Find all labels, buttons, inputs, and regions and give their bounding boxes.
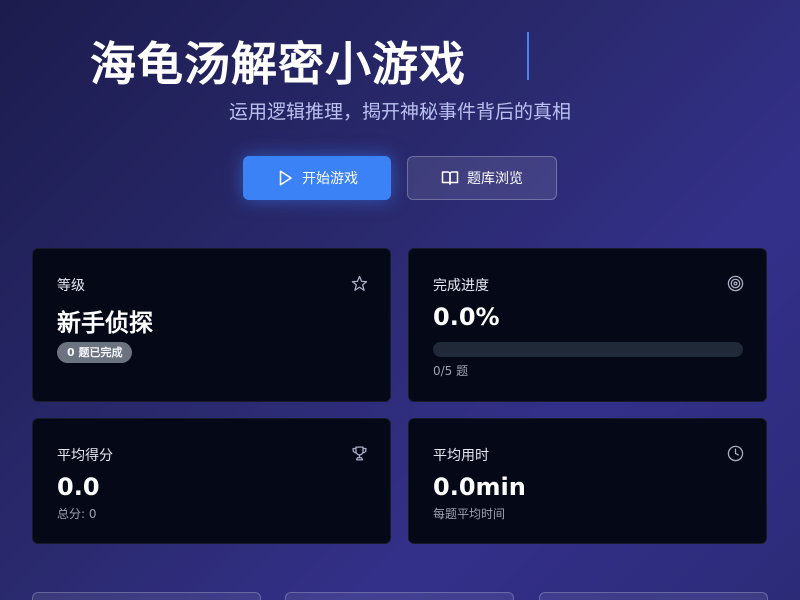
browse-questions-button[interactable]: 题库浏览 — [407, 156, 557, 200]
avg-score-label: 平均得分 — [57, 448, 113, 464]
page-subtitle: 运用逻辑推理，揭开神秘事件背后的真相 — [228, 101, 571, 123]
progress-label: 完成进度 — [433, 278, 489, 294]
bottom-tile-3[interactable] — [539, 592, 768, 600]
progress-card: 完成进度 0.0% 0/5 题 — [408, 248, 767, 402]
page-title: 海龟汤解密小游戏 — [90, 37, 466, 91]
bottom-tile-2[interactable] — [285, 592, 514, 600]
browse-questions-label: 题库浏览 — [467, 171, 523, 187]
start-game-label: 开始游戏 — [302, 171, 358, 187]
level-card: 等级 新手侦探 0 题已完成 — [32, 248, 391, 402]
trophy-icon — [352, 446, 367, 461]
avg-score-card: 平均得分 0.0 总分: 0 — [32, 418, 391, 544]
level-label: 等级 — [57, 278, 85, 294]
text-caret — [527, 32, 529, 80]
avg-time-value: 0.0min — [433, 473, 526, 501]
target-icon — [727, 275, 744, 292]
play-icon — [279, 170, 292, 186]
avg-time-note: 每题平均时间 — [433, 507, 506, 521]
avg-time-card: 平均用时 0.0min 每题平均时间 — [408, 418, 767, 544]
completed-count-badge: 0 题已完成 — [57, 342, 133, 363]
book-open-icon — [441, 171, 459, 185]
avg-time-label: 平均用时 — [433, 448, 489, 464]
start-game-button[interactable]: 开始游戏 — [243, 156, 391, 200]
progress-value: 0.0% — [433, 303, 500, 331]
progress-bar — [433, 342, 743, 357]
clock-icon — [727, 445, 744, 462]
avg-score-value: 0.0 — [57, 473, 100, 501]
progress-note: 0/5 题 — [433, 364, 469, 378]
level-value: 新手侦探 — [57, 309, 153, 337]
bottom-tile-1[interactable] — [32, 592, 261, 600]
total-score-note: 总分: 0 — [57, 507, 97, 521]
star-icon — [351, 275, 368, 291]
